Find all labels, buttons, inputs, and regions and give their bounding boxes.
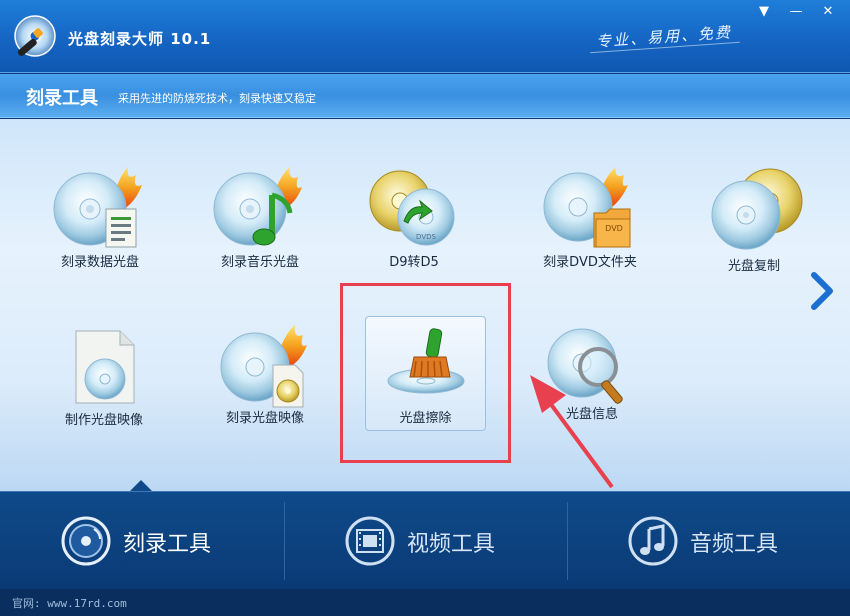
tool-disc-copy[interactable]: 光盘复制	[689, 159, 819, 289]
section-title: 刻录工具	[26, 88, 98, 109]
tab-label: 视频工具	[407, 532, 496, 557]
app-title: 光盘刻录大师 10.1	[68, 30, 212, 48]
annotation-arrow-icon	[530, 375, 614, 489]
tool-burn-disc-image[interactable]: 刻录光盘映像	[200, 319, 330, 449]
tool-label: 光盘复制	[727, 259, 780, 274]
tool-burn-dvd-folder[interactable]: DVD 刻录DVD文件夹	[525, 159, 655, 289]
tool-create-disc-image[interactable]: 制作光盘映像	[39, 319, 169, 449]
dvds-badge: DVDS	[416, 233, 436, 241]
tab-audio-tools[interactable]: 音频工具	[567, 492, 850, 590]
tool-label: 制作光盘映像	[64, 413, 143, 428]
tool-label: 刻录DVD文件夹	[543, 255, 637, 270]
tool-d9-to-d5[interactable]: DVDS D9转D5	[349, 159, 479, 289]
bottom-nav: 刻录工具 视频工具 音频工具	[0, 491, 850, 589]
dvd-folder-burn-icon: DVD	[543, 167, 631, 248]
tool-burn-music-disc[interactable]: 刻录音乐光盘	[195, 159, 325, 289]
music-disc-burn-icon	[213, 167, 302, 246]
tool-label: 刻录音乐光盘	[220, 255, 299, 270]
section-header: 刻录工具 采用先进的防烧死技术，刻录快速又稳定	[0, 74, 850, 118]
highlight-annotation-box	[340, 283, 511, 463]
minimize-button[interactable]: —	[780, 0, 812, 22]
tool-label: D9转D5	[389, 255, 439, 270]
close-button[interactable]: ✕	[812, 0, 844, 22]
tab-label: 刻录工具	[123, 532, 212, 557]
section-description: 采用先进的防烧死技术，刻录快速又稳定	[118, 92, 316, 105]
tool-burn-data-disc[interactable]: 刻录数据光盘	[35, 159, 165, 289]
tab-video-tools[interactable]: 视频工具	[284, 492, 567, 590]
website-link[interactable]: 官网: www.17rd.com	[12, 595, 127, 611]
burn-disc-image-icon	[220, 325, 307, 408]
d9-to-d5-icon: DVDS	[369, 170, 455, 246]
tools-panel: 刻录数据光盘 刻录音乐光盘 DVDS D9转D5 DVD 刻录DVD文件夹 光盘…	[0, 119, 850, 491]
active-tab-notch	[130, 480, 152, 491]
create-disc-image-icon	[75, 330, 135, 404]
tab-label: 音频工具	[690, 532, 779, 557]
next-page-arrow-icon[interactable]	[806, 271, 836, 311]
data-disc-burn-icon	[53, 167, 142, 248]
menu-dropdown-button[interactable]: ▼	[748, 0, 780, 22]
dvd-badge: DVD	[605, 224, 623, 233]
burn-disc-icon	[61, 516, 111, 566]
title-bar: 光盘刻录大师 10.1 专业、易用、免费 ▼ — ✕	[0, 0, 850, 73]
disc-copy-icon	[711, 168, 803, 250]
app-logo-icon	[14, 15, 56, 57]
film-icon	[345, 516, 395, 566]
tool-label: 刻录光盘映像	[225, 411, 304, 426]
music-note-icon	[628, 516, 678, 566]
window-controls: ▼ — ✕	[748, 0, 844, 22]
tool-label: 刻录数据光盘	[60, 255, 139, 270]
tab-burn-tools[interactable]: 刻录工具	[0, 492, 283, 590]
footer: 官网: www.17rd.com	[0, 589, 850, 616]
